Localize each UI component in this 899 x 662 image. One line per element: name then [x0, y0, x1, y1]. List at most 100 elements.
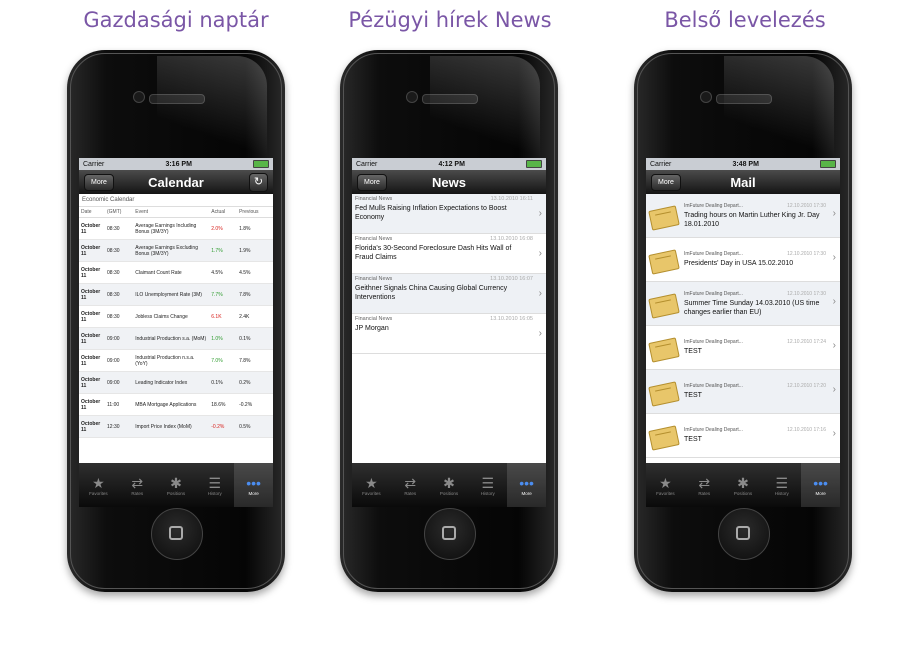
list-item[interactable]: ImFuture Dealing Depart... 12.10.2010 17:…	[646, 414, 840, 458]
table-row[interactable]: October 11 09:00 Leading Indicator Index 0.…	[79, 371, 273, 394]
col-previous: Previous	[237, 207, 273, 218]
cell-date: October 11	[79, 261, 105, 284]
table-row[interactable]: October 11 08:30 Average Earnings Includin…	[79, 217, 273, 240]
list-item[interactable]: ImFuture Dealing Depart... 12.10.2010 17:…	[646, 194, 840, 238]
list-item[interactable]: Financial News 13.10.2010 16:08 Florida's …	[352, 234, 546, 274]
list-item[interactable]: ImFuture Dealing Depart... 12.10.2010 17:…	[646, 238, 840, 282]
tab-more[interactable]: ••• More	[507, 463, 546, 507]
envelope-icon	[648, 248, 680, 275]
more-back-button[interactable]: More	[84, 174, 114, 191]
list-item[interactable]: Financial News 13.10.2010 16:07 Geithner S…	[352, 274, 546, 314]
tab-history[interactable]: ☰ History	[195, 463, 234, 507]
table-row[interactable]: October 11 08:30 Average Earnings Excludin…	[79, 239, 273, 262]
table-row[interactable]: October 11 08:30 ILO Unemployment Rate (3M…	[79, 283, 273, 306]
mail-header-row: ImFuture Dealing Depart... 12.10.2010 17:…	[684, 291, 826, 297]
status-bar: Carrier 4:12 PM	[352, 158, 546, 170]
tab-more[interactable]: ••• More	[234, 463, 273, 507]
table-row[interactable]: October 11 08:30 Jobless Claims Change 6.1K…	[79, 305, 273, 328]
mail-text: ImFuture Dealing Depart... 12.10.2010 17:…	[684, 251, 840, 268]
status-bar: Carrier 3:16 PM	[79, 158, 273, 170]
cell-time: 08:30	[105, 239, 134, 262]
tab-more[interactable]: ••• More	[801, 463, 840, 507]
envelope-icon	[648, 380, 680, 407]
news-source: Financial News	[355, 236, 393, 242]
chevron-right-icon: ›	[538, 288, 542, 299]
list-item[interactable]: Financial News 13.10.2010 16:11 Fed Mulls …	[352, 194, 546, 234]
list-item[interactable]: ImFuture Dealing Depart... 12.10.2010 17:…	[646, 370, 840, 414]
star-icon: ★	[92, 474, 105, 491]
news-title: Florida's 30-Second Foreclosure Dash Hit…	[355, 245, 512, 261]
cell-actual: 0.1%	[209, 371, 238, 394]
mail-text: ImFuture Dealing Depart... 12.10.2010 17:…	[684, 203, 840, 229]
tab-favorites[interactable]: ★ Favorites	[646, 463, 685, 507]
cell-date: October 11	[79, 217, 105, 240]
mail-subject: Trading hours on Martin Luther King Jr. …	[684, 211, 820, 228]
battery-icon	[252, 160, 269, 168]
tab-positions[interactable]: ✱ Positions	[157, 463, 196, 507]
tab-history[interactable]: ☰ History	[468, 463, 507, 507]
news-title: JP Morgan	[355, 325, 389, 332]
more-back-button[interactable]: More	[357, 174, 387, 191]
news-title: Fed Mulls Raising Inflation Expectations…	[355, 205, 507, 221]
list-item[interactable]: ImFuture Dealing Depart... 12.10.2010 17:…	[646, 282, 840, 326]
cell-event: Average Earnings Including Bonus (3M/3Y)	[133, 217, 210, 240]
tab-label: More	[521, 490, 532, 496]
news-date: 13.10.2010 16:07	[490, 276, 533, 282]
list-item[interactable]: ImFuture Dealing Depart... 12.10.2010 17:…	[646, 326, 840, 370]
tab-label: Rates	[698, 490, 711, 496]
tab-rates[interactable]: ⇄ Rates	[685, 463, 724, 507]
news-list[interactable]: Financial News 13.10.2010 16:11 Fed Mulls …	[352, 194, 546, 463]
cell-actual: 4.5%	[209, 261, 238, 284]
tab-bar: ★ Favorites ⇄ Rates ✱ Positions ☰ History ••• Mor…	[352, 463, 546, 507]
cell-event: Industrial Production n.s.a. (YoY)	[133, 349, 210, 372]
tab-label: More	[815, 490, 826, 496]
mail-date: 12.10.2010 17:24	[787, 339, 826, 345]
cell-time: 08:30	[105, 305, 134, 328]
more-back-button[interactable]: More	[651, 174, 681, 191]
calendar-content[interactable]: Economic Calendar Date (GMT) Event Actua…	[79, 194, 273, 463]
cell-time: 09:00	[105, 327, 134, 350]
cell-previous: -0.2%	[237, 393, 273, 416]
tab-positions[interactable]: ✱ Positions	[430, 463, 469, 507]
table-row[interactable]: October 11 11:00 MBA Mortgage Applications…	[79, 393, 273, 416]
cell-actual: 7.0%	[209, 349, 238, 372]
mail-subject: TEST	[684, 436, 702, 443]
refresh-icon[interactable]: ↻	[249, 173, 268, 192]
mail-subject: Summer Time Sunday 14.03.2010 (US time c…	[684, 299, 820, 316]
battery-icon	[525, 160, 542, 168]
tab-bar: ★ Favorites ⇄ Rates ✱ Positions ☰ History ••• Mor…	[79, 463, 273, 507]
cell-previous: 7.8%	[237, 349, 273, 372]
screen-calendar: Carrier 3:16 PM More Calendar ↻ Economic…	[79, 158, 273, 507]
tab-favorites[interactable]: ★ Favorites	[352, 463, 391, 507]
tab-bar: ★ Favorites ⇄ Rates ✱ Positions ☰ History ••• Mor…	[646, 463, 840, 507]
mail-header-row: ImFuture Dealing Depart... 12.10.2010 17:…	[684, 203, 826, 209]
table-row[interactable]: October 11 09:00 Industrial Production s.a…	[79, 327, 273, 350]
tab-label: Rates	[131, 490, 144, 496]
cell-event: Leading Indicator Index	[133, 371, 210, 394]
tab-positions[interactable]: ✱ Positions	[724, 463, 763, 507]
list-item[interactable]: Financial News 13.10.2010 16:05 JP Morgan ›	[352, 314, 546, 354]
tab-label: History	[480, 490, 495, 496]
home-button[interactable]	[424, 508, 476, 560]
tab-rates[interactable]: ⇄ Rates	[118, 463, 157, 507]
table-row[interactable]: October 11 09:00 Industrial Production n.s…	[79, 349, 273, 372]
mail-subject: TEST	[684, 392, 702, 399]
cell-previous: 0.5%	[237, 415, 273, 438]
tab-rates[interactable]: ⇄ Rates	[391, 463, 430, 507]
home-button[interactable]	[718, 508, 770, 560]
gear-icon: ✱	[443, 474, 455, 491]
tab-favorites[interactable]: ★ Favorites	[79, 463, 118, 507]
table-row[interactable]: October 11 12:30 Import Price Index (MoM) -…	[79, 415, 273, 438]
caption-news: Pézügyi hírek News	[348, 8, 552, 32]
tab-history[interactable]: ☰ History	[762, 463, 801, 507]
tab-label: Positions	[439, 490, 459, 496]
tab-label: Rates	[404, 490, 417, 496]
mail-text: ImFuture Dealing Depart... 12.10.2010 17:…	[684, 427, 840, 444]
arrows-icon: ⇄	[698, 474, 711, 491]
status-bar: Carrier 3:48 PM	[646, 158, 840, 170]
home-button[interactable]	[151, 508, 203, 560]
clock: 3:16 PM	[165, 160, 192, 168]
tab-label: Positions	[166, 490, 186, 496]
mail-list[interactable]: ImFuture Dealing Depart... 12.10.2010 17:…	[646, 194, 840, 463]
table-row[interactable]: October 11 08:30 Claimant Count Rate 4.5% 4.…	[79, 261, 273, 284]
